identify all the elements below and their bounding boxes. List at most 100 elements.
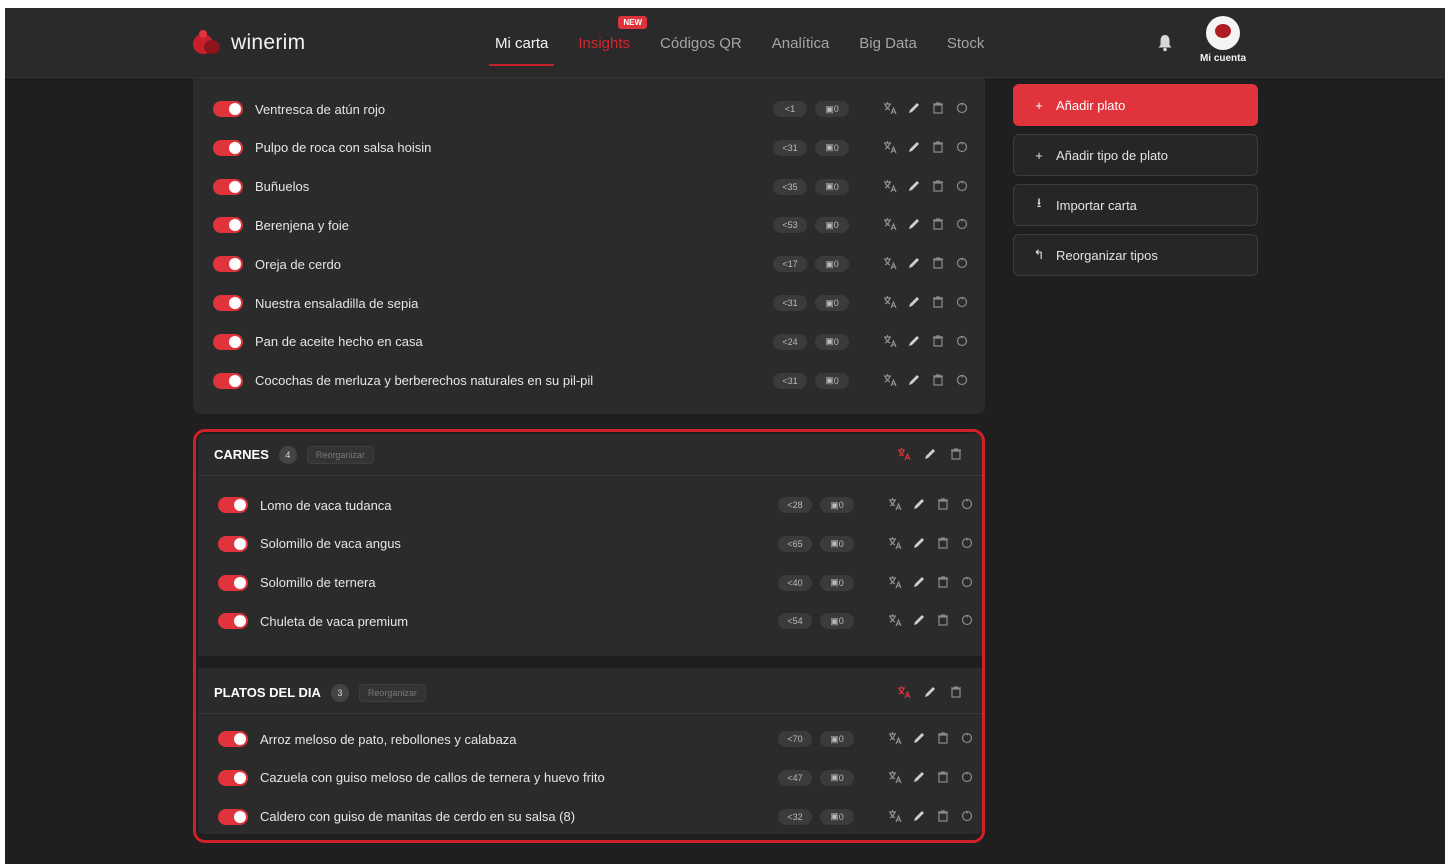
duplicate-icon[interactable] [955,140,969,154]
edit-icon[interactable] [912,809,926,823]
trash-icon[interactable] [931,101,945,115]
dish-row[interactable]: Solomillo de ternera < 40 ▣ 0 [198,564,983,602]
trash-icon[interactable] [936,575,950,589]
account-menu[interactable]: Mi cuenta [1193,16,1253,64]
nav-item-analitica[interactable]: Analítica [772,8,830,78]
nav-item-codigos-qr[interactable]: Códigos QR [660,8,742,78]
visibility-toggle[interactable] [213,101,243,117]
visibility-toggle[interactable] [213,256,243,273]
dish-row[interactable]: Caldero con guiso de manitas de cerdo en… [198,798,983,836]
duplicate-icon[interactable] [960,731,974,745]
dish-row[interactable]: Buñuelos < 35 ▣ 0 [193,168,985,206]
dish-row[interactable]: Pan de aceite hecho en casa < 24 ▣ 0 [193,323,985,361]
duplicate-icon[interactable] [955,295,969,309]
duplicate-icon[interactable] [960,613,974,627]
trash-icon[interactable] [949,447,963,461]
visibility-toggle[interactable] [218,808,248,825]
edit-icon[interactable] [907,101,921,115]
edit-icon[interactable] [912,770,926,784]
duplicate-icon[interactable] [960,770,974,784]
edit-icon[interactable] [923,685,937,699]
visibility-toggle[interactable] [213,372,243,389]
trash-icon[interactable] [936,770,950,784]
visibility-toggle[interactable] [218,535,248,552]
edit-icon[interactable] [907,179,921,193]
visibility-toggle[interactable] [213,139,243,156]
visibility-toggle[interactable] [218,497,248,513]
trash-icon[interactable] [931,373,945,387]
translate-icon[interactable] [897,685,911,699]
duplicate-icon[interactable] [955,179,969,193]
trash-icon[interactable] [931,256,945,270]
dish-row[interactable]: Chuleta de vaca premium < 54 ▣ 0 [198,602,983,640]
trash-icon[interactable] [936,536,950,550]
dish-row[interactable]: Cocochas de merluza y berberechos natura… [193,362,985,400]
dish-row[interactable]: Arroz meloso de pato, rebollones y calab… [198,720,983,758]
edit-icon[interactable] [912,536,926,550]
translate-icon[interactable] [888,731,902,745]
dish-row[interactable]: Nuestra ensaladilla de sepia < 31 ▣ 0 [193,284,985,322]
import-menu-button[interactable]: ⭳ Importar carta [1013,184,1258,226]
dish-row[interactable]: Pulpo de roca con salsa hoisin < 31 ▣ 0 [193,129,985,167]
visibility-toggle[interactable] [213,217,243,234]
translate-icon[interactable] [888,809,902,823]
translate-icon[interactable] [888,497,902,511]
trash-icon[interactable] [936,613,950,627]
trash-icon[interactable] [936,731,950,745]
duplicate-icon[interactable] [960,536,974,550]
trash-icon[interactable] [931,295,945,309]
nav-item-insights[interactable]: Insights NEW [578,8,648,78]
visibility-toggle[interactable] [213,333,243,350]
edit-icon[interactable] [923,447,937,461]
trash-icon[interactable] [931,179,945,193]
translate-icon[interactable] [888,575,902,589]
dish-row[interactable]: Ventresca de atún rojo < 1 ▣ 0 [193,90,985,128]
translate-icon[interactable] [883,179,897,193]
trash-icon[interactable] [931,334,945,348]
dish-row[interactable]: Lomo de vaca tudanca < 28 ▣ 0 [198,486,983,524]
translate-icon[interactable] [883,217,897,231]
add-dish-button[interactable]: + Añadir plato [1013,84,1258,126]
translate-icon[interactable] [883,101,897,115]
visibility-toggle[interactable] [218,769,248,786]
bell-icon[interactable] [1157,34,1173,52]
visibility-toggle[interactable] [218,574,248,591]
translate-icon[interactable] [888,770,902,784]
dish-row[interactable]: Berenjena y foie < 53 ▣ 0 [193,206,985,244]
add-dish-type-button[interactable]: + Añadir tipo de plato [1013,134,1258,176]
duplicate-icon[interactable] [955,334,969,348]
translate-icon[interactable] [897,447,911,461]
edit-icon[interactable] [907,256,921,270]
dish-row[interactable]: Cazuela con guiso meloso de callos de te… [198,759,983,797]
edit-icon[interactable] [912,497,926,511]
duplicate-icon[interactable] [955,217,969,231]
trash-icon[interactable] [931,140,945,154]
duplicate-icon[interactable] [955,373,969,387]
duplicate-icon[interactable] [955,256,969,270]
edit-icon[interactable] [907,373,921,387]
visibility-toggle[interactable] [218,731,248,747]
duplicate-icon[interactable] [960,497,974,511]
trash-icon[interactable] [931,217,945,231]
edit-icon[interactable] [907,295,921,309]
trash-icon[interactable] [936,809,950,823]
visibility-toggle[interactable] [218,613,248,630]
translate-icon[interactable] [883,295,897,309]
translate-icon[interactable] [888,613,902,627]
edit-icon[interactable] [912,613,926,627]
duplicate-icon[interactable] [960,575,974,589]
translate-icon[interactable] [883,256,897,270]
dish-row[interactable]: Solomillo de vaca angus < 65 ▣ 0 [198,525,983,563]
translate-icon[interactable] [883,373,897,387]
duplicate-icon[interactable] [955,101,969,115]
reorganize-button[interactable]: Reorganizar [358,683,426,702]
brand-logo[interactable]: winerim [191,28,305,58]
translate-icon[interactable] [883,334,897,348]
edit-icon[interactable] [912,575,926,589]
edit-icon[interactable] [907,217,921,231]
visibility-toggle[interactable] [213,178,243,195]
trash-icon[interactable] [949,685,963,699]
reorder-types-button[interactable]: ↰ Reorganizar tipos [1013,234,1258,276]
visibility-toggle[interactable] [213,295,243,311]
nav-item-mi-carta[interactable]: Mi carta [488,8,555,78]
